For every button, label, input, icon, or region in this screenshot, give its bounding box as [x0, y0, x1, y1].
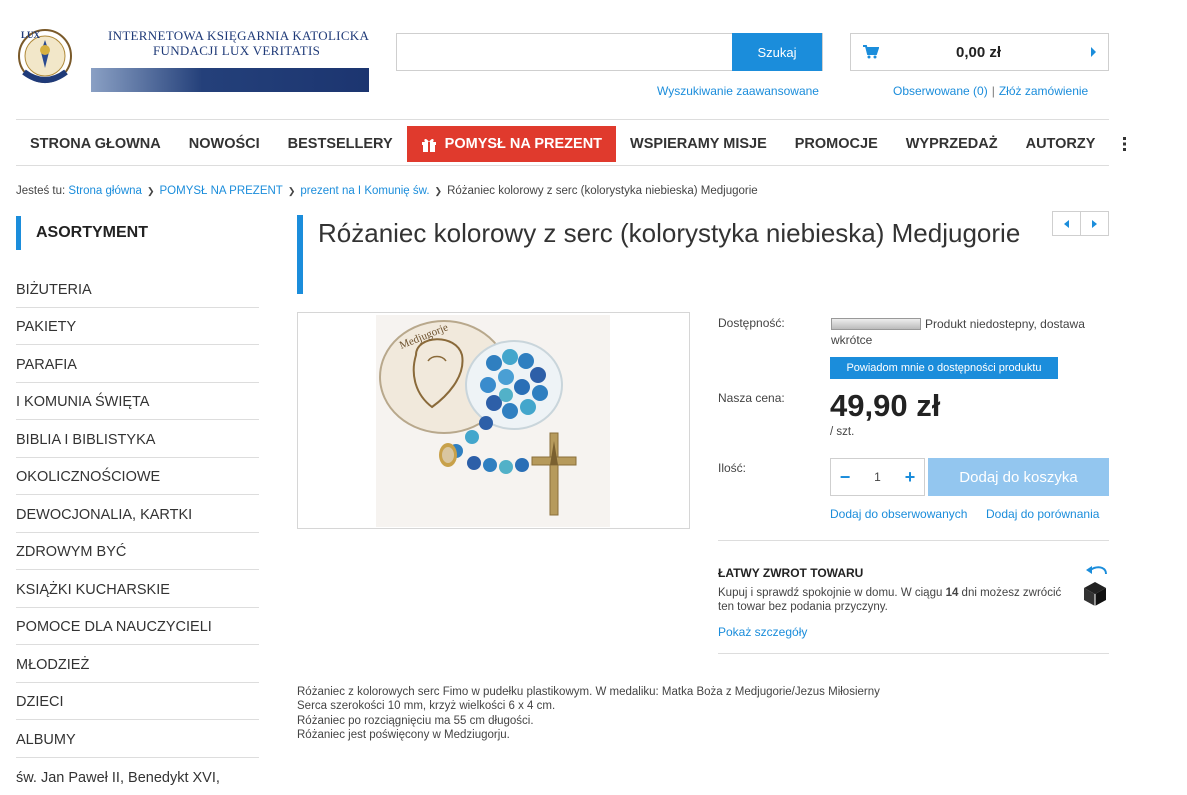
advanced-search-link[interactable]: Wyszukiwanie zaawansowane — [657, 84, 819, 98]
nav-more-button[interactable] — [1109, 126, 1141, 162]
chevron-right-icon: ❯ — [147, 186, 155, 196]
returns-text: Kupuj i sprawdź spokojnie w domu. W ciąg… — [718, 586, 1063, 614]
sidebar-item-youth[interactable]: MŁODZIEŻ — [16, 645, 259, 683]
search-box: Szukaj — [396, 33, 823, 71]
description-line: Różaniec z kolorowych serc Fimo w pudełk… — [297, 685, 997, 699]
nav-item-bestsellers[interactable]: BESTSELLERY — [274, 126, 407, 162]
sidebar-item-albums[interactable]: ALBUMY — [16, 720, 259, 758]
price-unit: / szt. — [830, 426, 854, 438]
logo-seal-icon: LUX — [16, 22, 74, 94]
rosary-photo: Medjugorje — [376, 315, 610, 527]
site-logo[interactable]: LUX INTERNETOWA KSIĘGARNIA KATOLICKA FUN… — [16, 22, 372, 94]
logo-text-line1: INTERNETOWA KSIĘGARNIA KATOLICKA — [108, 28, 369, 44]
nav-bottom-divider — [16, 165, 1109, 166]
search-button[interactable]: Szukaj — [732, 33, 822, 71]
cart-box[interactable]: 0,00 zł — [850, 33, 1109, 71]
category-list: BIŻUTERIA PAKIETY PARAFIA I KOMUNIA ŚWIĘ… — [16, 270, 259, 795]
add-to-watched-link[interactable]: Dodaj do obserwowanych — [830, 507, 967, 521]
logo-banner — [91, 68, 369, 92]
nav-item-home[interactable]: STRONA GŁOWNA — [16, 126, 175, 162]
product-description: Różaniec z kolorowych serc Fimo w pudełk… — [297, 685, 997, 742]
caret-right-icon — [1092, 220, 1097, 228]
quantity-plus-button[interactable]: + — [896, 459, 924, 495]
returns-text-part1: Kupuj i sprawdź spokojnie w domu. W ciąg… — [718, 587, 946, 599]
cart-icon — [863, 45, 879, 59]
main-nav: STRONA GŁOWNA NOWOŚCI BESTSELLERY POMYSŁ… — [16, 126, 1141, 162]
cart-arrow-icon — [1091, 47, 1096, 57]
cart-amount: 0,00 zł — [956, 44, 1001, 61]
returns-top-divider — [718, 540, 1109, 541]
title-accent-bar — [297, 215, 303, 294]
breadcrumb: Jesteś tu: Strona główna ❯ POMYSŁ NA PREZE… — [16, 185, 758, 197]
returns-bottom-divider — [718, 653, 1109, 654]
logo-text-line2: FUNDACJI LUX VERITATIS — [153, 43, 320, 59]
previous-product-button[interactable] — [1053, 212, 1081, 235]
returns-details-link[interactable]: Pokaż szczegóły — [718, 625, 807, 639]
sidebar-item-health[interactable]: ZDROWYM BYĆ — [16, 533, 259, 571]
svg-text:LUX: LUX — [21, 30, 41, 40]
nav-item-missions[interactable]: WSPIERAMY MISJE — [616, 126, 781, 162]
quantity-stepper: − 1 + — [830, 458, 925, 496]
product-title: Różaniec kolorowy z serc (kolorystyka ni… — [318, 218, 1038, 249]
sidebar-item-bible[interactable]: BIBLIA I BIBLISTYKA — [16, 420, 259, 458]
sidebar-item-cookbooks[interactable]: KSIĄŻKI KUCHARSKIE — [16, 570, 259, 608]
breadcrumb-current: Różaniec kolorowy z serc (kolorystyka ni… — [447, 185, 758, 197]
nav-item-authors[interactable]: AUTORZY — [1012, 126, 1110, 162]
chevron-right-icon: ❯ — [288, 186, 296, 196]
nav-item-gift-idea[interactable]: POMYSŁ NA PREZENT — [407, 126, 616, 162]
nav-top-divider — [16, 119, 1109, 120]
returns-days: 14 — [946, 587, 959, 599]
sidebar-item-occasional[interactable]: OKOLICZNOŚCIOWE — [16, 458, 259, 496]
vertical-dots-icon — [1123, 137, 1127, 151]
sidebar-item-children[interactable]: DZIECI — [16, 683, 259, 721]
gift-icon — [421, 137, 437, 152]
nav-item-gift-label: POMYSŁ NA PREZENT — [445, 136, 602, 152]
notify-availability-button[interactable]: Powiadom mnie o dostępności produktu — [830, 357, 1058, 379]
breadcrumb-link-communion[interactable]: prezent na I Komunię św. — [300, 185, 429, 197]
sidebar-item-first-communion[interactable]: I KOMUNIA ŚWIĘTA — [16, 383, 259, 421]
availability-label: Dostępność: — [718, 316, 785, 330]
breadcrumb-link-gift[interactable]: POMYSŁ NA PREZENT — [160, 185, 283, 197]
sidebar-item-packages[interactable]: PAKIETY — [16, 308, 259, 346]
sidebar-item-devotionals[interactable]: DEWOCJONALIA, KARTKI — [16, 495, 259, 533]
description-line: Różaniec jest poświęcony w Medziugorju. — [297, 728, 997, 742]
chevron-right-icon: ❯ — [435, 186, 443, 196]
nav-item-promotions[interactable]: PROMOCJE — [781, 126, 892, 162]
sidebar-item-teacher-aids[interactable]: POMOCE DLA NAUCZYCIELI — [16, 608, 259, 646]
quantity-input[interactable]: 1 — [859, 459, 896, 495]
quantity-label: Ilość: — [718, 461, 746, 475]
sidebar-item-parish[interactable]: PARAFIA — [16, 345, 259, 383]
sidebar-item-popes[interactable]: św. Jan Paweł II, Benedykt XVI, — [16, 758, 259, 795]
sidebar-heading: ASORTYMENT — [16, 216, 261, 250]
breadcrumb-link-home[interactable]: Strona główna — [68, 185, 142, 197]
place-order-link[interactable]: Złóż zamówienie — [999, 84, 1088, 98]
returns-heading: ŁATWY ZWROT TOWARU — [718, 566, 863, 580]
search-input[interactable] — [397, 34, 733, 70]
availability-bar — [831, 318, 921, 330]
nav-item-new[interactable]: NOWOŚCI — [175, 126, 274, 162]
price-label: Nasza cena: — [718, 391, 785, 405]
breadcrumb-prefix: Jesteś tu: — [16, 185, 65, 197]
product-image[interactable]: Medjugorje — [297, 312, 690, 529]
return-box-icon — [1080, 564, 1110, 608]
next-product-button[interactable] — [1081, 212, 1108, 235]
caret-left-icon — [1064, 220, 1069, 228]
nav-item-sale[interactable]: WYPRZEDAŻ — [892, 126, 1012, 162]
add-to-cart-button[interactable]: Dodaj do koszyka — [928, 458, 1109, 496]
description-line: Serca szerokości 10 mm, krzyż wielkości … — [297, 699, 997, 713]
add-to-compare-link[interactable]: Dodaj do porównania — [986, 507, 1099, 521]
product-pager — [1052, 211, 1109, 236]
sidebar-item-jewelry[interactable]: BIŻUTERIA — [16, 270, 259, 308]
quantity-minus-button[interactable]: − — [831, 459, 859, 495]
link-separator: | — [992, 84, 995, 98]
watched-link[interactable]: Obserwowane (0) — [893, 84, 988, 98]
description-line: Różaniec po rozciągnięciu ma 55 cm długo… — [297, 714, 997, 728]
availability-status: Produkt niedostepny, dostawa wkrótce — [831, 316, 1096, 348]
account-links: Obserwowane (0) | Złóż zamówienie — [893, 84, 1088, 98]
product-price: 49,90 zł — [830, 388, 940, 424]
